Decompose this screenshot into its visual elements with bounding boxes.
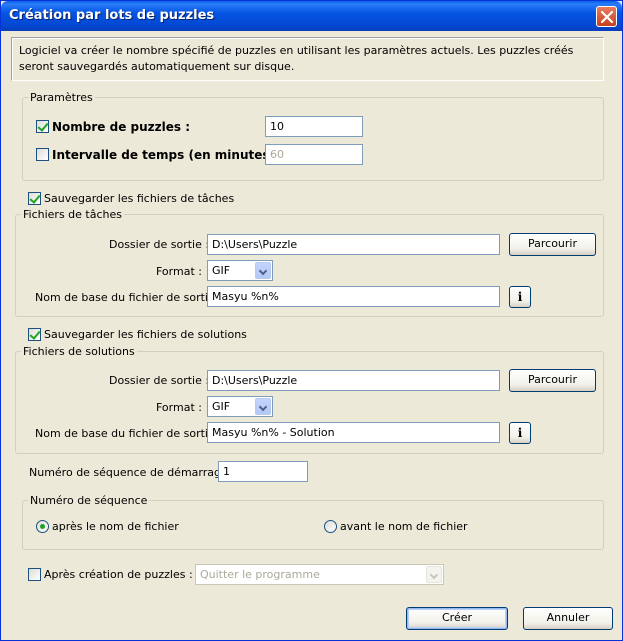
sequence-position-legend: Numéro de séquence	[30, 494, 148, 507]
parameters-legend: Paramètres	[30, 91, 93, 104]
sequence-start-label: Numéro de séquence de démarrage :	[29, 466, 235, 479]
solution-format-value: GIF	[212, 400, 231, 413]
after-creation-select[interactable]: Quitter le programme	[195, 564, 444, 585]
after-filename-radio[interactable]	[36, 520, 49, 533]
after-creation-checkbox[interactable]	[28, 568, 41, 581]
close-icon	[601, 11, 613, 23]
after-creation-label: Après création de puzzles :	[44, 568, 193, 581]
solution-basename-input[interactable]: Masyu %n% - Solution	[207, 422, 500, 443]
time-interval-input[interactable]: 60	[265, 144, 363, 165]
solution-info-button[interactable]: i	[509, 422, 531, 444]
solution-folder-input[interactable]: D:\Users\Puzzle	[207, 370, 500, 391]
task-files-legend: Fichiers de tâches	[23, 208, 122, 221]
solution-files-legend: Fichiers de solutions	[23, 345, 135, 358]
task-basename-label: Nom de base du fichier de sortie :	[35, 291, 222, 304]
puzzle-count-checkbox[interactable]	[36, 120, 49, 133]
solution-format-label: Format :	[156, 401, 202, 414]
solution-basename-label: Nom de base du fichier de sortie :	[35, 427, 222, 440]
close-button[interactable]	[596, 6, 617, 27]
info-icon: i	[517, 290, 523, 304]
title-bar: Création par lots de puzzles	[1, 1, 622, 31]
sequence-start-input[interactable]: 1	[218, 461, 308, 482]
task-format-label: Format :	[156, 265, 202, 278]
task-format-value: GIF	[212, 264, 231, 277]
chevron-down-icon	[255, 398, 271, 415]
task-info-button[interactable]: i	[509, 286, 531, 308]
cancel-button[interactable]: Annuler	[523, 607, 613, 630]
save-solutions-checkbox[interactable]	[28, 328, 41, 341]
solution-browse-button[interactable]: Parcourir	[509, 369, 596, 392]
task-folder-input[interactable]: D:\Users\Puzzle	[207, 234, 500, 255]
task-folder-label: Dossier de sortie :	[109, 238, 210, 251]
time-interval-checkbox[interactable]	[36, 148, 49, 161]
puzzle-count-label: Nombre de puzzles :	[52, 120, 190, 134]
chevron-down-icon	[255, 262, 271, 279]
create-button[interactable]: Créer	[406, 607, 508, 630]
after-filename-label: après le nom de fichier	[52, 520, 179, 533]
before-filename-radio[interactable]	[324, 520, 337, 533]
after-creation-value: Quitter le programme	[200, 568, 320, 581]
task-format-select[interactable]: GIF	[207, 260, 273, 281]
task-browse-button[interactable]: Parcourir	[509, 233, 596, 256]
info-icon: i	[517, 426, 523, 440]
batch-create-dialog: Création par lots de puzzles Logiciel va…	[0, 0, 623, 641]
save-solutions-label: Sauvegarder les fichiers de solutions	[44, 328, 247, 341]
before-filename-label: avant le nom de fichier	[340, 520, 468, 533]
task-basename-input[interactable]: Masyu %n%	[207, 286, 500, 307]
intro-text: Logiciel va créer le nombre spécifié de …	[11, 37, 604, 81]
dialog-title: Création par lots de puzzles	[9, 8, 215, 23]
chevron-down-icon	[426, 566, 442, 583]
save-tasks-checkbox[interactable]	[28, 192, 41, 205]
save-tasks-label: Sauvegarder les fichiers de tâches	[44, 192, 235, 205]
puzzle-count-input[interactable]: 10	[265, 116, 363, 137]
solution-folder-label: Dossier de sortie :	[109, 374, 210, 387]
time-interval-label: Intervalle de temps (en minutes) :	[52, 148, 284, 162]
dialog-content: Logiciel va créer le nombre spécifié de …	[1, 31, 622, 640]
solution-format-select[interactable]: GIF	[207, 396, 273, 417]
